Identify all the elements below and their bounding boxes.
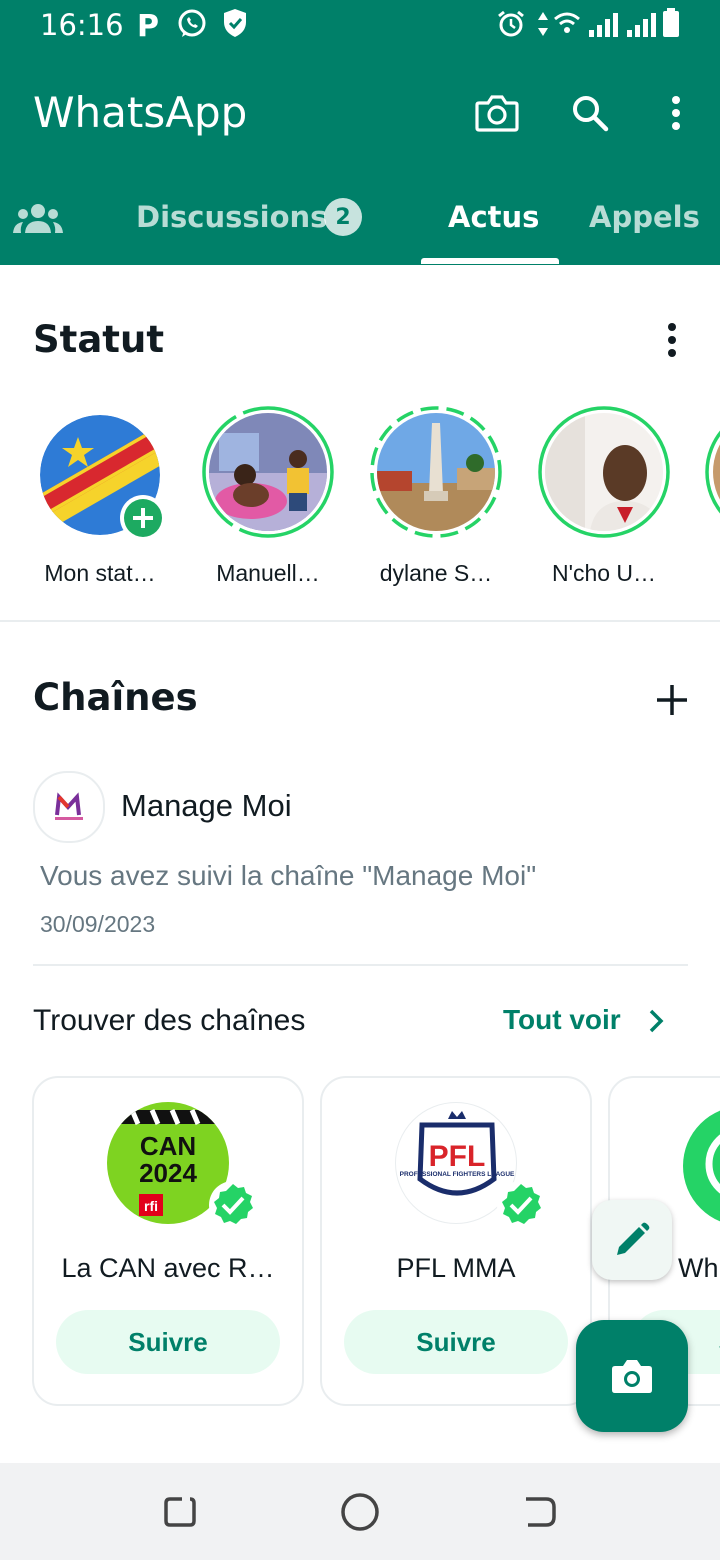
section-divider: [0, 620, 720, 622]
system-nav-bar: [0, 1463, 720, 1560]
status-more-button[interactable]: [656, 318, 688, 362]
tab-discussions-label: Discussions: [136, 200, 328, 234]
more-vertical-icon: [672, 96, 680, 130]
new-status-camera-button[interactable]: [576, 1320, 688, 1432]
shield-icon: [224, 9, 246, 37]
recent-apps-icon[interactable]: [160, 1493, 200, 1531]
logo-text: CAN: [140, 1131, 196, 1161]
search-icon: [573, 96, 609, 132]
tab-communities[interactable]: [8, 196, 68, 240]
whatsapp-icon: [705, 1134, 720, 1194]
search-button[interactable]: [563, 86, 617, 140]
add-status-button[interactable]: [120, 495, 166, 541]
channel-name: Manage Moi: [121, 788, 292, 823]
status-time: 16:16: [40, 8, 124, 42]
wifi-icon: [554, 12, 580, 33]
whatsapp-icon: [178, 9, 206, 37]
add-channel-button[interactable]: [648, 676, 696, 724]
find-channels-title: Trouver des chaînes: [33, 1004, 306, 1037]
logo-text: PFL: [429, 1140, 486, 1173]
parking-icon: P: [137, 10, 159, 40]
new-text-status-button[interactable]: [592, 1200, 672, 1280]
channel-card[interactable]: PFL PROFESSIONAL FIGHTERS LEAGUE PFL MMA…: [320, 1076, 592, 1406]
pencil-icon: [617, 1222, 650, 1255]
channel-date: 30/09/2023: [40, 911, 156, 937]
channel-card-name: La CAN avec R…: [61, 1253, 275, 1283]
chevron-right-icon[interactable]: [645, 1007, 667, 1035]
back-icon[interactable]: [520, 1493, 560, 1531]
camera-icon: [475, 95, 519, 132]
channel-card-name: PFL MMA: [396, 1253, 516, 1283]
channel-card[interactable]: CAN 2024 rfi La CAN avec R… Suivre: [32, 1076, 304, 1406]
community-icon: [13, 204, 63, 233]
tab-actus-label: Actus: [448, 200, 540, 234]
signal-icon: [589, 13, 618, 37]
channels-section-title: Chaînes: [33, 676, 198, 719]
logo-text: PROFESSIONAL FIGHTERS LEAGUE: [400, 1171, 515, 1178]
verified-badge-icon: [497, 1181, 545, 1229]
story-avatar: [209, 413, 327, 531]
more-vertical-icon: [668, 323, 676, 357]
channel-avatar: [33, 771, 105, 843]
signal-icon: [627, 13, 656, 37]
alarm-icon: [498, 10, 524, 37]
data-arrows-icon: [538, 12, 548, 36]
channel-message: Vous avez suivi la chaîne "Manage Moi": [40, 860, 537, 891]
app-header: 16:16 P WhatsApp Discussions 2 Actus App…: [0, 0, 720, 265]
story-name: N'cho U…: [551, 560, 657, 586]
logo-text: 2024: [139, 1158, 197, 1188]
story-name: dylane S…: [379, 560, 493, 586]
unread-badge: 2: [324, 198, 362, 236]
more-options-button[interactable]: [656, 86, 696, 140]
story-avatar: [545, 413, 663, 531]
tab-appels[interactable]: Appels: [589, 200, 700, 234]
see-all-link[interactable]: Tout voir: [503, 1004, 621, 1036]
svg-text:P: P: [137, 10, 159, 40]
story-avatar: [377, 413, 495, 531]
camera-icon: [612, 1360, 652, 1393]
plus-icon: [657, 685, 687, 715]
channel-avatar: [683, 1106, 720, 1226]
follow-button[interactable]: Suivre: [344, 1310, 568, 1374]
section-divider: [33, 964, 688, 966]
status-story-partial[interactable]: [704, 405, 720, 539]
active-tab-indicator: [421, 258, 559, 264]
story-name: Manuell…: [216, 560, 320, 586]
app-title: WhatsApp: [33, 88, 248, 137]
story-name: Mon stat…: [44, 560, 156, 586]
status-section-title: Statut: [33, 318, 165, 361]
plus-icon: [133, 508, 153, 528]
logo-text: rfi: [144, 1198, 158, 1214]
manage-moi-logo: [55, 792, 83, 820]
channel-card-name: Wh: [678, 1253, 719, 1283]
battery-icon: [663, 8, 679, 37]
verified-badge-icon: [209, 1181, 257, 1229]
follow-button[interactable]: Suivre: [56, 1310, 280, 1374]
home-icon[interactable]: [340, 1492, 380, 1532]
camera-button[interactable]: [470, 86, 524, 140]
